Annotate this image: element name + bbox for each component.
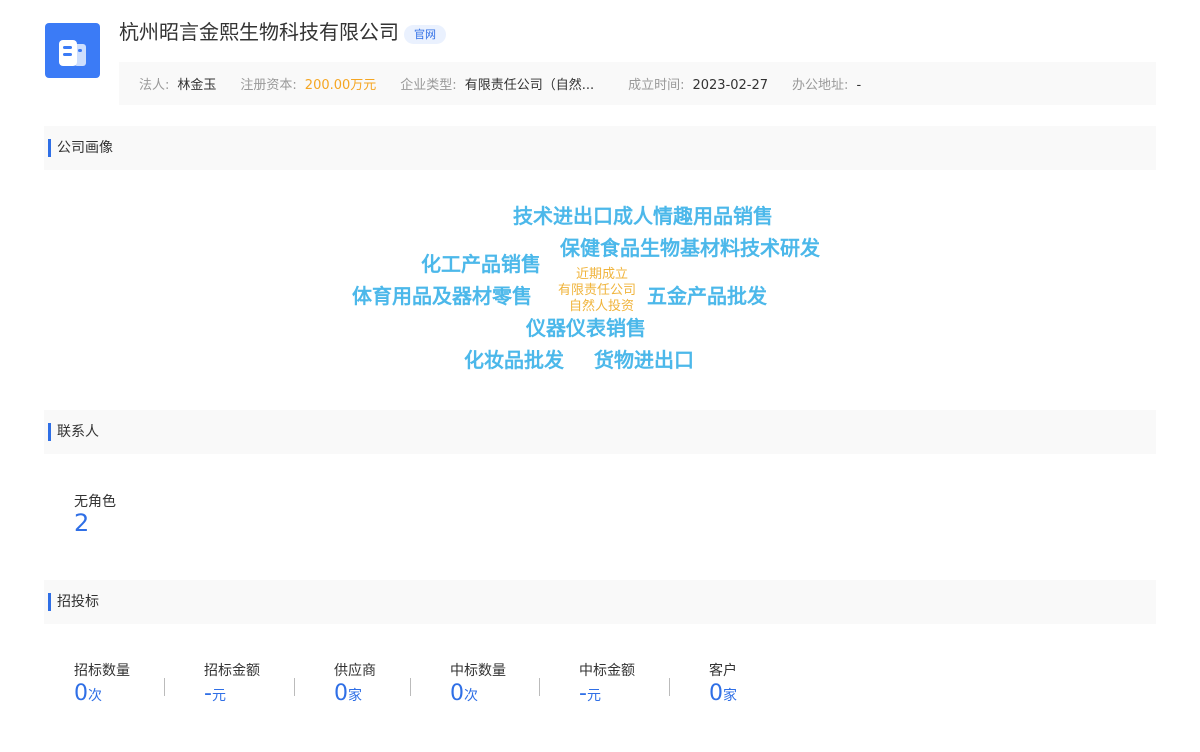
company-name: 杭州昭言金熙生物科技有限公司 [119,20,399,44]
section-contacts: 联系人 [44,410,1156,454]
company-portrait-word-cloud: 技术进出口成人情趣用品销售 保健食品生物基材料技术研发 化工产品销售 近期成立 … [0,0,1200,752]
contact-role-label: 无角色 [74,494,116,510]
cloud-word[interactable]: 保健食品生物基材料技术研发 [560,232,820,261]
stat-value: - [579,681,587,706]
info-label: 成立时间: [628,78,685,93]
info-value: 200.00万元 [304,78,377,93]
stat-tender-amount[interactable]: 招标金额 -元 [204,661,334,707]
stat-value: 0 [450,681,464,706]
stat-divider [164,678,165,696]
stat-value: 0 [334,681,348,706]
stat-unit: 家 [348,688,362,704]
stat-unit: 次 [464,688,478,704]
building-icon [58,39,86,66]
stat-value: 0 [74,681,88,706]
cloud-word[interactable]: 货物进出口 [594,344,694,373]
info-label: 注册资本: [240,78,297,93]
stat-winning-count[interactable]: 中标数量 0次 [450,661,579,707]
stat-divider [294,678,295,696]
stat-suppliers[interactable]: 供应商 0家 [334,661,450,707]
stat-unit: 家 [723,688,737,704]
info-value: - [856,78,862,93]
section-title: 招投标 [57,594,99,610]
stat-tender-count[interactable]: 招标数量 0次 [74,661,204,707]
stat-divider [410,678,411,696]
cloud-word[interactable]: 化妆品批发 [464,344,564,373]
stat-unit: 元 [586,688,601,704]
stat-winning-amount[interactable]: 中标金额 -元 [579,661,709,707]
stat-value: 0 [709,681,723,706]
stat-label: 供应商 [334,663,376,679]
cloud-word[interactable]: 化工产品销售 [421,248,541,277]
cloud-word[interactable]: 五金产品批发 [647,280,767,309]
cloud-word[interactable]: 技术进出口成人情趣用品销售 [513,200,773,229]
info-value[interactable]: 林金玉 [177,78,216,93]
cloud-word[interactable]: 体育用品及器材零售 [352,280,532,309]
info-legal-person: 法人: 林金玉 [139,74,216,93]
stat-label: 客户 [709,663,737,679]
info-company-type: 企业类型: 有限责任公司（自然... [400,74,594,93]
stat-customers[interactable]: 客户 0家 [709,661,809,707]
company-info-bar: 法人: 林金玉 注册资本: 200.00万元 企业类型: 有限责任公司（自然... 成… [119,62,1156,105]
stat-divider [669,678,670,696]
bidding-stats: 招标数量 0次 招标金额 -元 供应商 0家 中标数量 0次 中标金额 -元 客… [74,661,809,707]
info-value: 2023-02-27 [692,78,769,93]
info-label: 企业类型: [400,78,457,93]
section-marker [48,423,51,441]
section-bidding: 招投标 [44,580,1156,624]
stat-divider [539,678,540,696]
contact-role-count[interactable]: 2 [74,509,89,537]
stat-label: 中标数量 [450,663,506,679]
stat-unit: 次 [88,688,102,704]
stat-label: 招标金额 [204,663,260,679]
info-registered-capital: 注册资本: 200.00万元 [240,74,376,93]
official-site-tag[interactable]: 官网 [404,25,446,44]
company-logo [45,23,100,78]
section-marker [48,139,51,157]
section-title: 公司画像 [57,140,113,156]
info-label: 办公地址: [792,78,849,93]
section-marker [48,593,51,611]
info-value: 有限责任公司（自然... [464,78,595,93]
stat-label: 招标数量 [74,663,130,679]
section-company-portrait: 公司画像 [44,126,1156,170]
info-office-address: 办公地址: - [792,74,861,93]
cloud-word[interactable]: 仪器仪表销售 [526,312,646,341]
info-established-date: 成立时间: 2023-02-27 [628,74,768,93]
info-label: 法人: [139,78,170,93]
stat-unit: 元 [211,688,226,704]
stat-value: - [204,681,212,706]
section-title: 联系人 [57,424,99,440]
stat-label: 中标金额 [579,663,635,679]
